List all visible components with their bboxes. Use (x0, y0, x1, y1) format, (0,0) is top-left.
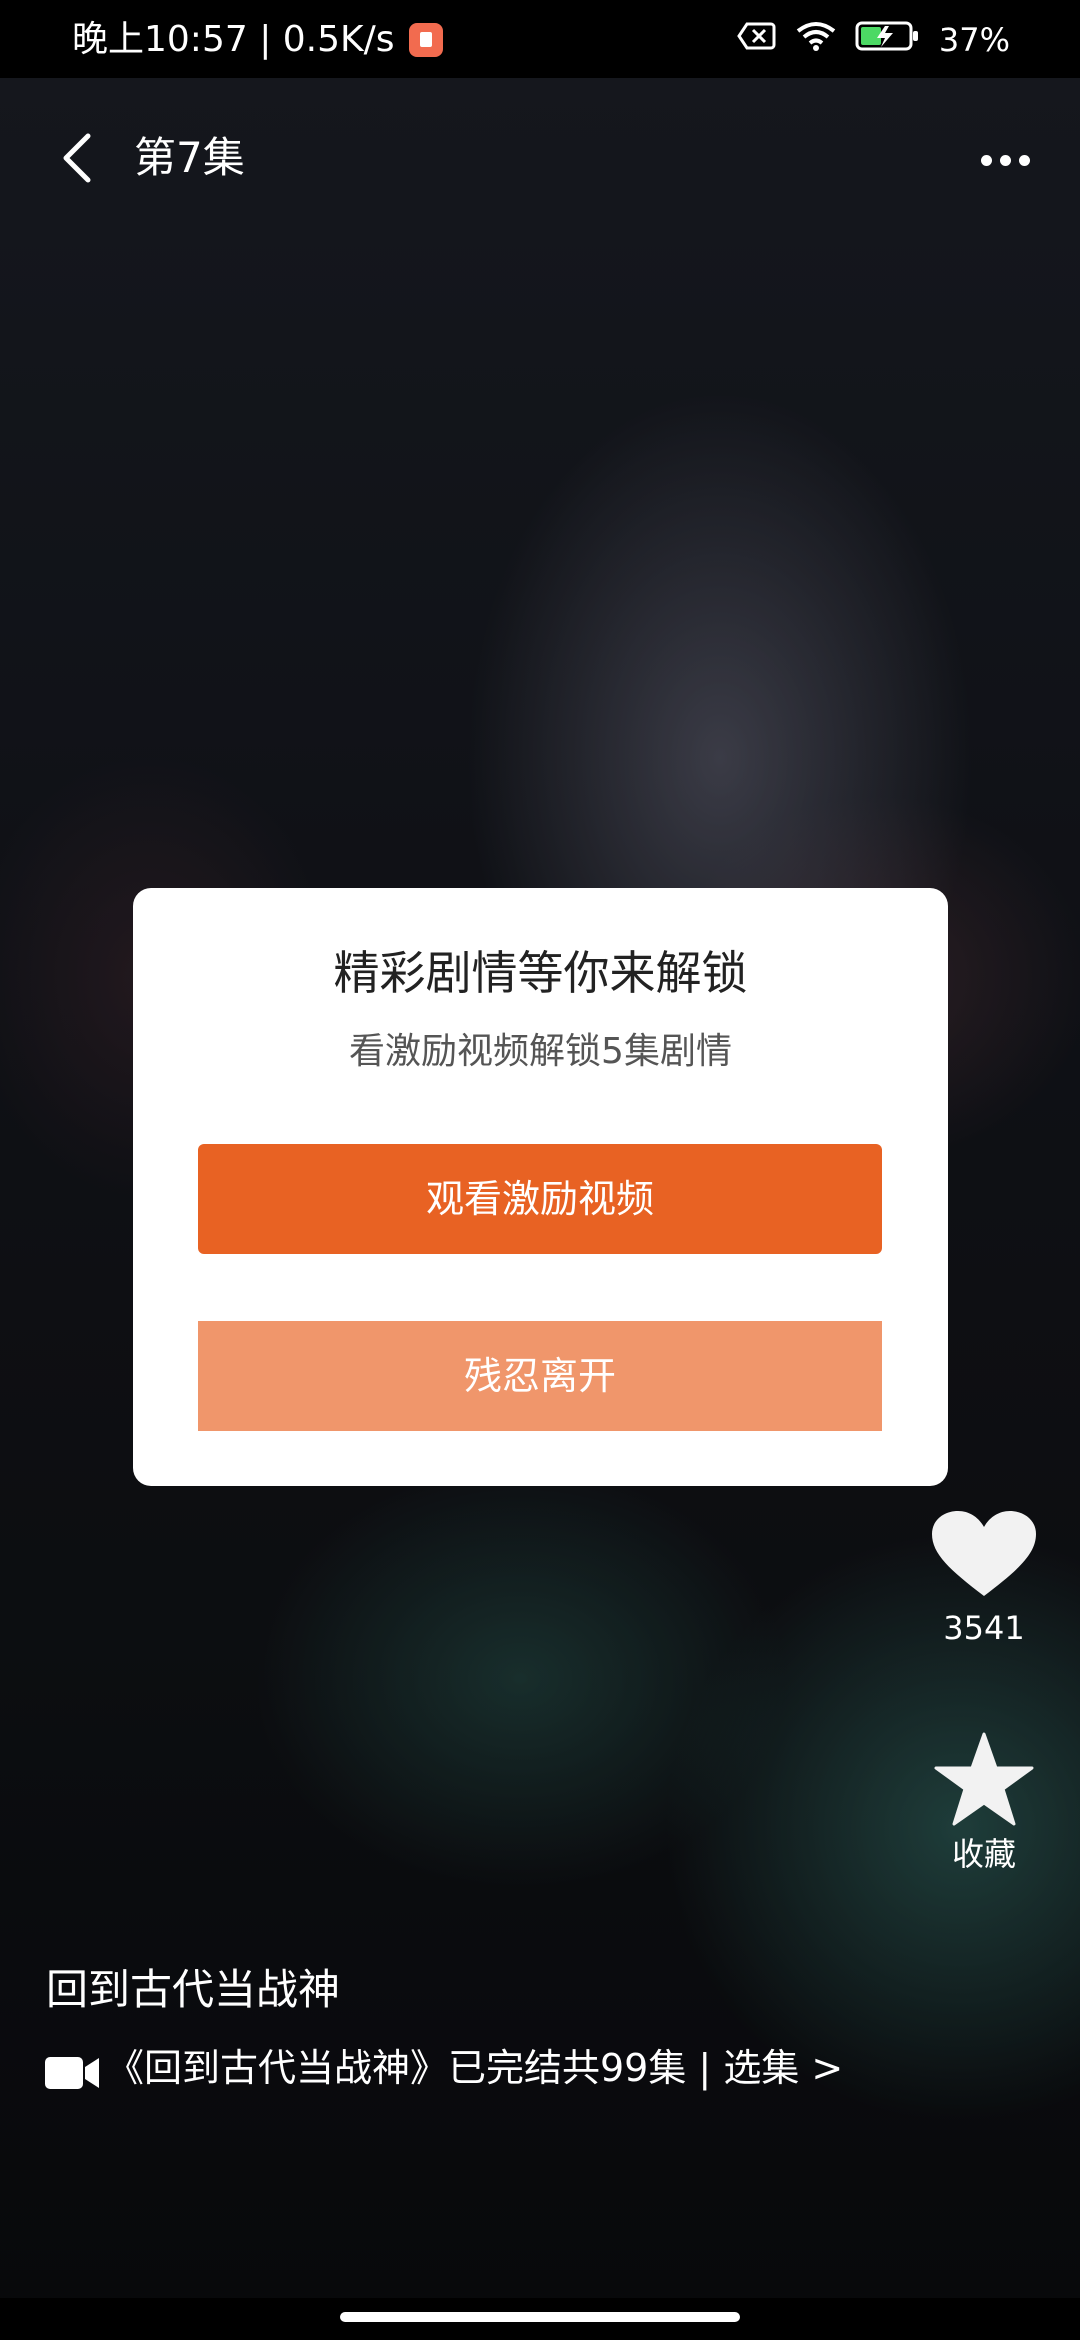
more-button[interactable] (970, 140, 1040, 180)
dialog-title: 精彩剧情等你来解锁 (333, 946, 748, 1000)
status-time-speed: 晚上10:57 | 0.5K/s (72, 19, 395, 60)
episode-selector[interactable]: 《回到古代当战神》已完结共99集 | 选集 > (44, 2040, 843, 2096)
favorite-button[interactable]: 收藏 (924, 1732, 1044, 1874)
star-icon (934, 1732, 1034, 1826)
battery-percent: 37% (938, 21, 1010, 59)
screen: 晚上10:57 | 0.5K/s 37% 第7集 精彩剧情等你来解锁 看激励视频… (0, 0, 1080, 2340)
video-camera-icon (44, 2050, 100, 2089)
like-count: 3541 (943, 1609, 1025, 1647)
status-left: 晚上10:57 | 0.5K/s (72, 20, 443, 60)
like-button[interactable]: 3541 (924, 1510, 1044, 1648)
status-right: 37% (737, 18, 1010, 62)
more-dot (980, 154, 992, 166)
chevron-left-icon (63, 133, 91, 183)
show-title: 回到古代当战神 (46, 1965, 341, 2014)
leave-button[interactable]: 残忍离开 (198, 1321, 882, 1431)
wifi-icon (795, 20, 837, 60)
more-dot (999, 154, 1011, 166)
more-dot (1018, 154, 1030, 166)
battery-charging-icon (855, 20, 921, 60)
episode-title: 第7集 (134, 133, 245, 182)
home-indicator[interactable] (340, 2312, 740, 2322)
back-button[interactable] (50, 128, 110, 188)
unlock-dialog: 精彩剧情等你来解锁 看激励视频解锁5集剧情 观看激励视频 残忍离开 (133, 888, 948, 1486)
status-bar: 晚上10:57 | 0.5K/s 37% (0, 0, 1080, 78)
watch-ad-button[interactable]: 观看激励视频 (198, 1144, 882, 1254)
heart-icon (932, 1511, 1036, 1596)
app-notification-icon (408, 23, 443, 57)
sim-missing-icon (737, 21, 777, 59)
dialog-subtitle: 看激励视频解锁5集剧情 (349, 1031, 732, 1072)
favorite-label: 收藏 (951, 1835, 1016, 1873)
show-meta-text: 《回到古代当战神》已完结共99集 | 选集 > (106, 2046, 844, 2090)
